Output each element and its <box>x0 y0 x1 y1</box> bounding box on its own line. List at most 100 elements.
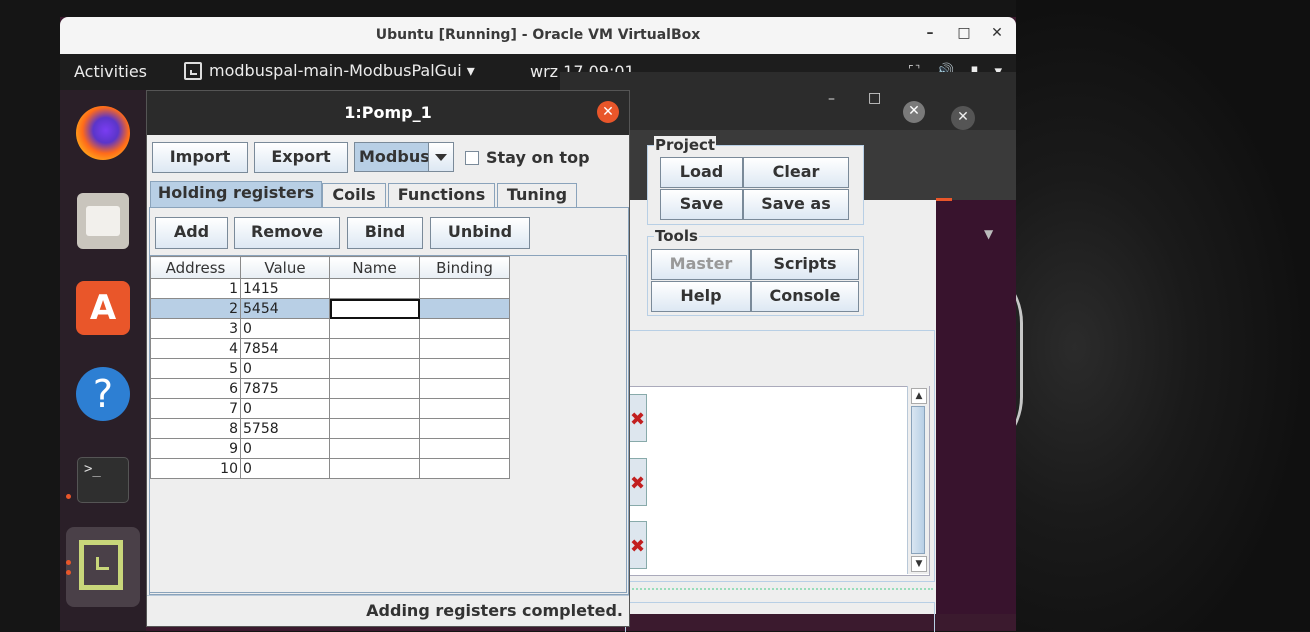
delete-slave-icon[interactable]: ✖ <box>627 458 647 506</box>
column-header-address[interactable]: Address <box>150 256 241 279</box>
name-cell[interactable] <box>329 298 420 319</box>
remove-button[interactable]: Remove <box>234 217 340 249</box>
table-row[interactable]: 1 1415 <box>150 278 510 299</box>
protocol-select[interactable]: Modbus <box>354 142 454 172</box>
name-cell[interactable] <box>329 398 420 419</box>
table-row[interactable]: 4 7854 <box>150 338 510 359</box>
add-button[interactable]: Add <box>155 217 228 249</box>
files-icon[interactable] <box>77 193 129 249</box>
stay-on-top-label[interactable]: Stay on top <box>486 148 590 167</box>
address-cell[interactable]: 3 <box>150 318 241 339</box>
dialog-close-icon[interactable]: ✕ <box>597 101 619 123</box>
name-cell[interactable] <box>329 358 420 379</box>
address-cell[interactable]: 10 <box>150 458 241 479</box>
binding-cell[interactable] <box>419 458 510 479</box>
name-cell[interactable] <box>329 458 420 479</box>
address-cell[interactable]: 7 <box>150 398 241 419</box>
value-cell[interactable]: 7875 <box>240 378 330 399</box>
binding-cell[interactable] <box>419 398 510 419</box>
binding-cell[interactable] <box>419 338 510 359</box>
name-cell[interactable] <box>329 438 420 459</box>
value-cell[interactable]: 7854 <box>240 338 330 359</box>
slaves-scrollbar[interactable]: ▲ ▼ <box>907 386 929 574</box>
table-row[interactable]: 90 <box>150 438 510 459</box>
value-cell[interactable]: 0 <box>240 358 330 379</box>
name-cell[interactable] <box>329 338 420 359</box>
binding-cell[interactable] <box>419 318 510 339</box>
main-minimize-icon[interactable]: – <box>828 91 835 107</box>
export-button[interactable]: Export <box>254 142 348 173</box>
table-row[interactable]: 10 0 <box>150 458 510 479</box>
address-cell[interactable]: 9 <box>150 438 241 459</box>
console-button[interactable]: Console <box>751 281 859 312</box>
scroll-down-icon[interactable]: ▼ <box>911 556 927 572</box>
modbuspal-dock-item[interactable] <box>66 527 140 607</box>
maximize-icon[interactable]: □ <box>955 25 973 41</box>
name-cell[interactable] <box>329 378 420 399</box>
background-close-icon[interactable]: ✕ <box>951 106 975 130</box>
tab-holding-registers[interactable]: Holding registers <box>150 181 322 208</box>
value-cell[interactable]: 0 <box>240 458 330 479</box>
unbind-button[interactable]: Unbind <box>430 217 530 249</box>
slaves-list[interactable] <box>625 386 930 576</box>
delete-slave-icon[interactable]: ✖ <box>627 521 647 569</box>
value-cell[interactable]: 1415 <box>240 278 330 299</box>
column-header-binding[interactable]: Binding <box>419 256 510 279</box>
address-cell[interactable]: 5 <box>150 358 241 379</box>
table-row[interactable]: 30 <box>150 318 510 339</box>
table-row[interactable]: 6 7875 <box>150 378 510 399</box>
address-cell[interactable]: 1 <box>150 278 241 299</box>
name-cell[interactable] <box>329 278 420 299</box>
binding-cell[interactable] <box>419 418 510 439</box>
save-button[interactable]: Save <box>660 189 743 220</box>
binding-cell[interactable] <box>419 438 510 459</box>
scroll-up-icon[interactable]: ▲ <box>911 388 927 404</box>
bind-button[interactable]: Bind <box>347 217 423 249</box>
address-cell[interactable]: 2 <box>150 298 241 319</box>
tab-functions[interactable]: Functions <box>388 183 495 207</box>
help-icon[interactable]: ? <box>76 367 130 421</box>
software-center-icon[interactable]: A <box>76 281 130 335</box>
binding-cell[interactable] <box>419 358 510 379</box>
virtualbox-titlebar[interactable]: Ubuntu [Running] - Oracle VM VirtualBox … <box>60 17 1016 54</box>
stay-on-top-checkbox[interactable] <box>465 151 479 165</box>
table-row[interactable]: 8 5758 <box>150 418 510 439</box>
address-cell[interactable]: 8 <box>150 418 241 439</box>
value-cell[interactable]: 5454 <box>240 298 330 319</box>
name-cell[interactable] <box>329 318 420 339</box>
value-cell[interactable]: 0 <box>240 398 330 419</box>
binding-cell[interactable] <box>419 378 510 399</box>
value-cell[interactable]: 5758 <box>240 418 330 439</box>
clear-button[interactable]: Clear <box>743 157 849 188</box>
load-button[interactable]: Load <box>660 157 743 188</box>
address-cell[interactable]: 6 <box>150 378 241 399</box>
name-cell[interactable] <box>329 418 420 439</box>
terminal-icon[interactable]: >_ <box>77 457 129 503</box>
minimize-icon[interactable]: – <box>921 25 939 41</box>
dialog-title[interactable]: 1:Pomp_1 <box>147 91 629 135</box>
help-button[interactable]: Help <box>651 281 751 312</box>
firefox-icon[interactable] <box>76 106 130 160</box>
close-icon[interactable]: ✕ <box>988 25 1006 41</box>
splitter[interactable] <box>625 588 933 595</box>
tab-coils[interactable]: Coils <box>322 183 386 207</box>
activities-button[interactable]: Activities <box>74 62 147 81</box>
value-cell[interactable]: 0 <box>240 438 330 459</box>
import-button[interactable]: Import <box>152 142 248 173</box>
table-row[interactable]: 2 5454 <box>150 298 510 319</box>
binding-cell[interactable] <box>419 298 510 319</box>
app-menu[interactable]: modbuspal-main-ModbusPalGui ▾ <box>184 61 475 80</box>
main-maximize-icon[interactable]: □ <box>868 90 881 106</box>
delete-slave-icon[interactable]: ✖ <box>627 394 647 442</box>
main-close-icon[interactable]: ✕ <box>903 101 925 123</box>
table-row[interactable]: 50 <box>150 358 510 379</box>
value-cell[interactable]: 0 <box>240 318 330 339</box>
binding-cell[interactable] <box>419 278 510 299</box>
scroll-thumb[interactable] <box>911 406 925 554</box>
column-header-name[interactable]: Name <box>329 256 420 279</box>
save-as-button[interactable]: Save as <box>743 189 849 220</box>
column-header-value[interactable]: Value <box>240 256 330 279</box>
master-button[interactable]: Master <box>651 249 751 280</box>
scripts-button[interactable]: Scripts <box>751 249 859 280</box>
address-cell[interactable]: 4 <box>150 338 241 359</box>
